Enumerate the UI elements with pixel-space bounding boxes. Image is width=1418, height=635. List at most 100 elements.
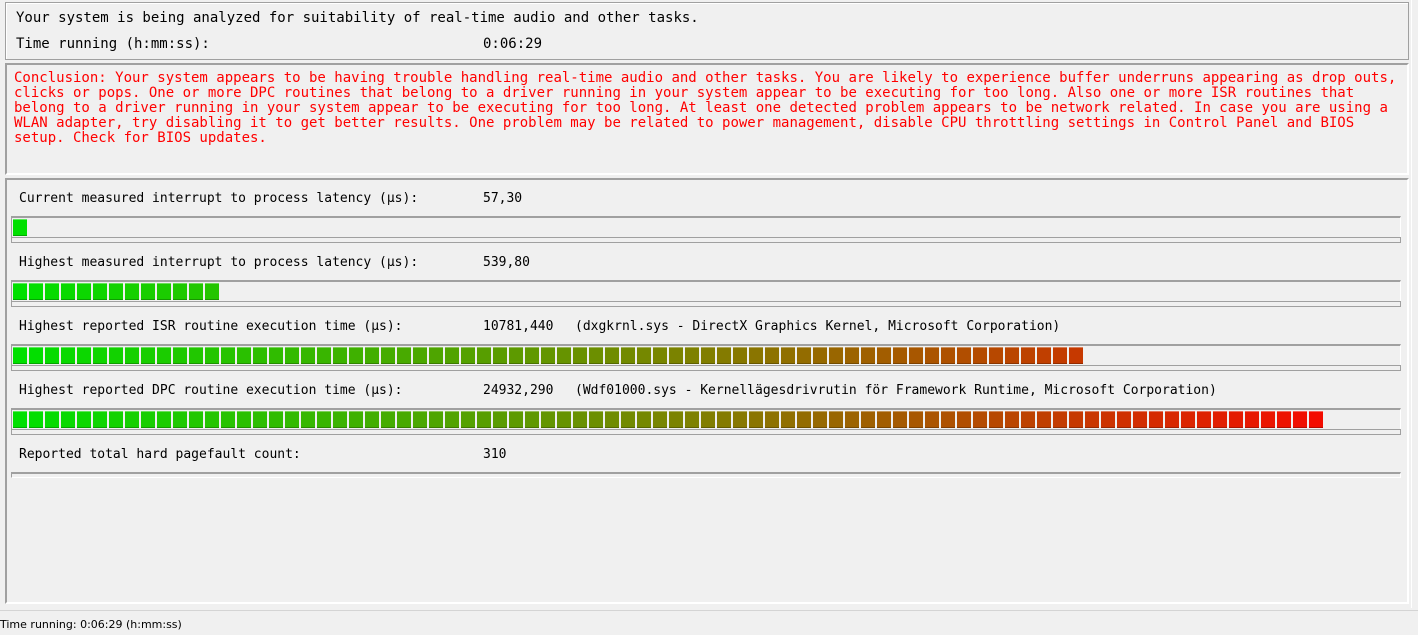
bar-segment: [125, 411, 139, 428]
bar-segment: [141, 411, 155, 428]
bar-segment: [877, 347, 891, 364]
bar-segment: [669, 347, 683, 364]
bar-segment: [957, 411, 971, 428]
bar-segment: [589, 347, 603, 364]
bar-segment: [509, 411, 523, 428]
bar-segment: [365, 411, 379, 428]
current-latency-value: 57,30: [483, 191, 523, 206]
bar-segment: [845, 411, 859, 428]
bar-segment: [221, 347, 235, 364]
bar-segment: [109, 347, 123, 364]
bar-segment: [397, 347, 411, 364]
current-latency-bar-fill: [13, 219, 29, 236]
bar-segment: [637, 347, 651, 364]
bar-segment: [365, 347, 379, 364]
bar-segment: [1213, 411, 1227, 428]
bar-segment: [93, 283, 107, 300]
highest-latency-label: Highest measured interrupt to process la…: [19, 255, 419, 270]
conclusion-panel: Conclusion: Your system appears to be ha…: [5, 63, 1409, 175]
bar-segment: [333, 411, 347, 428]
bar-segment: [269, 347, 283, 364]
bar-segment: [141, 283, 155, 300]
dpc-time-value: 24932,290: [483, 383, 554, 398]
bar-segment: [1149, 411, 1163, 428]
bar-segment: [749, 411, 763, 428]
bar-segment: [621, 411, 635, 428]
bar-segment: [1037, 411, 1051, 428]
bar-segment: [541, 411, 555, 428]
bar-segment: [1229, 411, 1243, 428]
bar-segment: [413, 347, 427, 364]
bar-segment: [525, 347, 539, 364]
time-running-label: Time running (h:mm:ss):: [16, 36, 210, 52]
bar-segment: [829, 347, 843, 364]
bar-segment: [141, 347, 155, 364]
bar-segment: [573, 411, 587, 428]
dpc-time-bar-fill: [13, 411, 1325, 428]
bar-segment: [909, 411, 923, 428]
bar-segment: [1005, 347, 1019, 364]
highest-latency-bar-fill: [13, 283, 221, 300]
bar-segment: [893, 411, 907, 428]
bar-segment: [253, 347, 267, 364]
bar-segment: [45, 347, 59, 364]
bar-segment: [189, 347, 203, 364]
bar-segment: [605, 347, 619, 364]
bar-segment: [445, 347, 459, 364]
time-running-value: 0:06:29: [483, 36, 543, 52]
bar-segment: [989, 411, 1003, 428]
current-latency-label: Current measured interrupt to process la…: [19, 191, 419, 206]
bar-segment: [221, 411, 235, 428]
bar-segment: [925, 411, 939, 428]
bar-segment: [797, 411, 811, 428]
bar-segment: [493, 347, 507, 364]
bar-segment: [845, 347, 859, 364]
bar-segment: [269, 411, 283, 428]
conclusion-text: Conclusion: Your system appears to be ha…: [14, 70, 1397, 146]
bar-segment: [461, 347, 475, 364]
bar-segment: [749, 347, 763, 364]
bar-segment: [125, 283, 139, 300]
bar-segment: [605, 411, 619, 428]
bar-segment: [541, 347, 555, 364]
bar-segment: [909, 347, 923, 364]
bar-segment: [349, 411, 363, 428]
bar-segment: [637, 411, 651, 428]
isr-driver-detail: (dxgkrnl.sys - DirectX Graphics Kernel, …: [575, 319, 1061, 334]
bar-segment: [717, 347, 731, 364]
bar-segment: [301, 411, 315, 428]
bar-segment: [733, 411, 747, 428]
bar-segment: [317, 347, 331, 364]
bar-segment: [333, 347, 347, 364]
bar-segment: [1133, 411, 1147, 428]
bar-segment: [205, 283, 219, 300]
bar-segment: [941, 411, 955, 428]
bar-segment: [45, 411, 59, 428]
bar-segment: [781, 411, 795, 428]
bar-segment: [957, 347, 971, 364]
bar-segment: [781, 347, 795, 364]
bar-segment: [29, 283, 43, 300]
bar-segment: [77, 411, 91, 428]
bar-segment: [765, 411, 779, 428]
bar-segment: [893, 347, 907, 364]
bar-segment: [461, 411, 475, 428]
bar-segment: [989, 347, 1003, 364]
bar-segment: [109, 411, 123, 428]
bar-segment: [1309, 411, 1323, 428]
bar-segment: [829, 411, 843, 428]
bar-segment: [1245, 411, 1259, 428]
bar-segment: [29, 411, 43, 428]
bar-segment: [685, 411, 699, 428]
bar-segment: [1085, 411, 1099, 428]
bar-segment: [557, 411, 571, 428]
bar-segment: [237, 411, 251, 428]
bar-segment: [1053, 347, 1067, 364]
bar-segment: [429, 411, 443, 428]
pagefault-count-label: Reported total hard pagefault count:: [19, 447, 301, 462]
bar-segment: [157, 347, 171, 364]
bar-segment: [1165, 411, 1179, 428]
bar-segment: [413, 411, 427, 428]
analysis-status-text: Your system is being analyzed for suitab…: [16, 10, 699, 26]
bar-segment: [109, 283, 123, 300]
